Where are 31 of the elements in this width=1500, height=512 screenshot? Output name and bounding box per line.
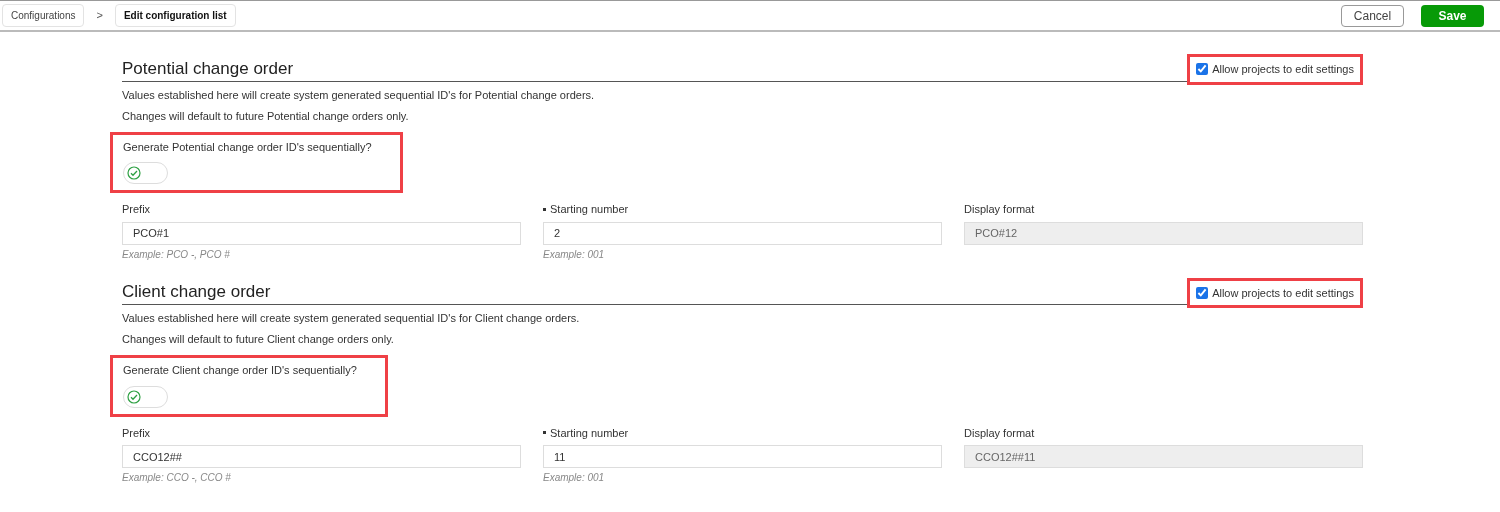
description-text: Values established here will create system generated sequential ID's for Client change orders. (122, 312, 581, 325)
field-label: Prefix (122, 202, 151, 217)
breadcrumb-separator: > (95, 8, 104, 24)
field-label: Prefix (122, 425, 151, 441)
allow-checkbox[interactable] (1196, 63, 1209, 76)
checkbox-label: Allow projects to edit settings (1212, 285, 1354, 301)
field-hint: Example: 001 (543, 247, 606, 262)
toggle-label: Generate Client change order ID's sequentially? (123, 363, 358, 378)
save-button[interactable]: Save (1421, 4, 1484, 27)
field-label: Display format (964, 202, 1035, 217)
toggle-label: Generate Potential change order ID's sequentially? (123, 139, 373, 155)
section-title: Client change order (122, 281, 271, 303)
text-field[interactable]: CCO12## (122, 445, 521, 468)
field-label: Display format (964, 425, 1035, 441)
text-field[interactable]: PCO#1 (122, 221, 521, 245)
description-text: Values established here will create system generated sequential ID's for Potential change orders. (122, 88, 596, 102)
field-label: Starting number (550, 202, 629, 217)
section-title: Potential change order (122, 57, 294, 80)
field-hint: Example: PCO -, PCO # (122, 247, 231, 262)
checkbox-label: Allow projects to edit settings (1212, 62, 1354, 77)
cancel-button[interactable]: Cancel (1341, 4, 1404, 27)
text-field[interactable]: 11 (543, 445, 942, 468)
breadcrumb-item[interactable]: Configurations (2, 4, 85, 27)
breadcrumb-item[interactable]: Edit configuration list (114, 4, 236, 27)
field-label: Starting number (550, 425, 629, 441)
description-text: Changes will default to future Potential change orders only. (122, 109, 410, 123)
field-hint: Example: 001 (543, 471, 606, 485)
allow-checkbox[interactable] (1196, 286, 1209, 299)
field-hint: Example: CCO -, CCO # (122, 471, 232, 485)
text-field[interactable]: 2 (543, 221, 942, 245)
description-text: Changes will default to future Client change orders only. (122, 333, 395, 346)
